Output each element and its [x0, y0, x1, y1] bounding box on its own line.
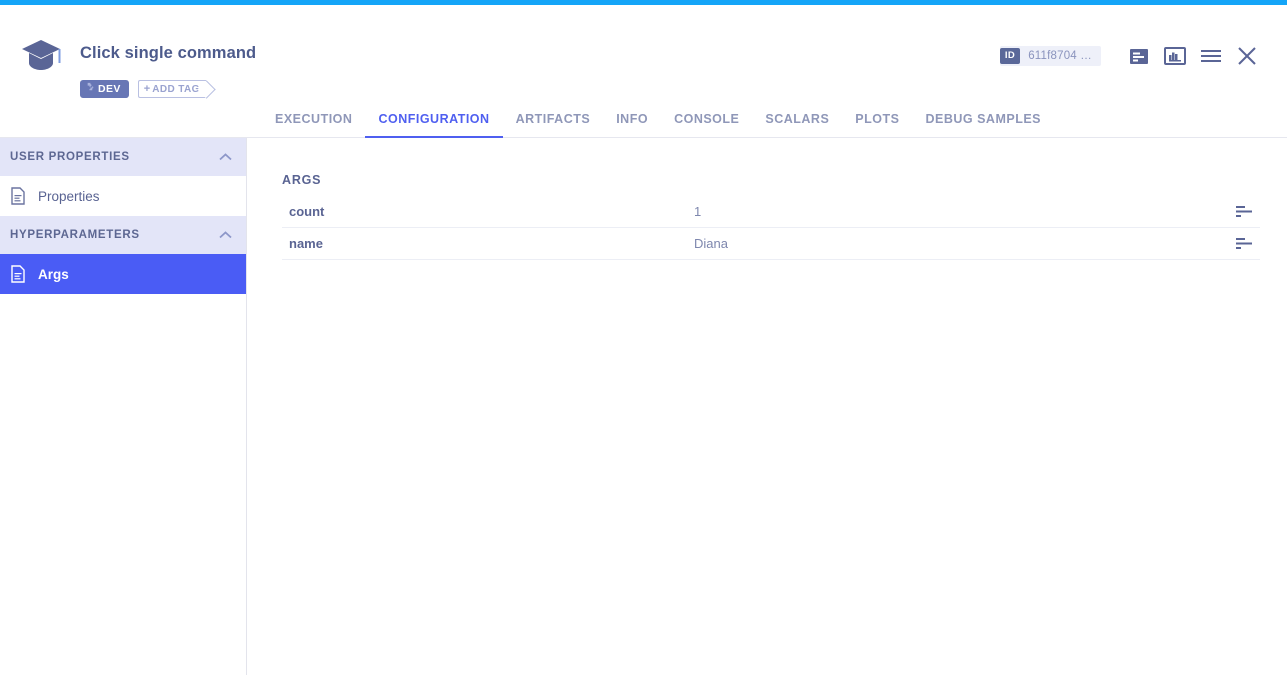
tag-dev-label: DEV — [98, 83, 121, 95]
page-title: Click single command — [80, 44, 256, 63]
tab-configuration[interactable]: CONFIGURATION — [365, 100, 502, 137]
tab-debug-samples[interactable]: DEBUG SAMPLES — [912, 100, 1054, 137]
tab-label: DEBUG SAMPLES — [925, 112, 1041, 126]
table-row: name Diana — [282, 228, 1260, 260]
section-title: ARGS — [282, 173, 321, 187]
document-icon — [10, 265, 26, 283]
sidebar-item-args[interactable]: Args — [0, 254, 246, 294]
header: Click single command DEV + ADD TAG ID 61… — [0, 5, 1287, 100]
sidebar-item-properties[interactable]: Properties — [0, 176, 246, 216]
main-content: ARGS count 1 name Diana — [247, 138, 1287, 675]
text-align-icon[interactable] — [1235, 236, 1255, 252]
tab-label: EXECUTION — [275, 112, 352, 126]
sidebar-item-label: Properties — [38, 189, 100, 204]
tab-info[interactable]: INFO — [603, 100, 661, 137]
tab-console[interactable]: CONSOLE — [661, 100, 752, 137]
id-badge-label: ID — [1000, 48, 1020, 64]
tab-execution[interactable]: EXECUTION — [262, 100, 365, 137]
plus-icon: + — [144, 83, 150, 95]
tab-artifacts[interactable]: ARTIFACTS — [503, 100, 604, 137]
add-tag-label: ADD TAG — [152, 84, 200, 95]
tab-plots[interactable]: PLOTS — [842, 100, 912, 137]
tab-label: ARTIFACTS — [516, 112, 591, 126]
sidebar-section-label: USER PROPERTIES — [10, 151, 130, 163]
hamburger-menu-icon[interactable] — [1193, 39, 1229, 73]
tab-label: INFO — [616, 112, 648, 126]
tab-label: CONFIGURATION — [378, 112, 489, 126]
close-icon[interactable] — [1229, 39, 1265, 73]
log-details-icon[interactable] — [1121, 39, 1157, 73]
task-id-chip[interactable]: ID 611f8704 … — [1000, 46, 1101, 66]
chevron-up-icon[interactable] — [218, 150, 232, 164]
sidebar-section-user-properties[interactable]: USER PROPERTIES — [0, 138, 246, 176]
tab-label: SCALARS — [765, 112, 829, 126]
args-table: count 1 name Diana — [282, 196, 1260, 260]
sidebar: USER PROPERTIES Properties HYPERPARAMETE… — [0, 138, 247, 675]
tab-label: CONSOLE — [674, 112, 739, 126]
tab-label: PLOTS — [855, 112, 899, 126]
task-id-value: 611f8704 … — [1020, 50, 1101, 62]
trask-details-window: COMPLETED Click single command DEV + — [0, 0, 1287, 675]
sidebar-section-hyperparameters[interactable]: HYPERPARAMETERS — [0, 216, 246, 254]
chevron-up-icon[interactable] — [218, 228, 232, 242]
row-value: Diana — [694, 236, 1260, 251]
row-key: count — [282, 204, 694, 219]
image-preview-icon[interactable] — [1157, 39, 1193, 73]
table-row: count 1 — [282, 196, 1260, 228]
sidebar-item-label: Args — [38, 267, 69, 282]
puzzle-piece-icon — [84, 80, 95, 98]
text-align-icon[interactable] — [1235, 204, 1255, 220]
tab-bar: EXECUTION CONFIGURATION ARTIFACTS INFO C… — [0, 100, 1287, 138]
header-actions: ID 611f8704 … — [1000, 39, 1265, 73]
sidebar-section-label: HYPERPARAMETERS — [10, 229, 140, 241]
row-value: 1 — [694, 204, 1260, 219]
document-icon — [10, 187, 26, 205]
tag-row: DEV + ADD TAG — [80, 80, 206, 98]
row-key: name — [282, 236, 694, 251]
graduation-cap-icon — [20, 36, 62, 74]
tab-scalars[interactable]: SCALARS — [752, 100, 842, 137]
add-tag-button[interactable]: + ADD TAG — [138, 80, 206, 98]
tag-dev[interactable]: DEV — [80, 80, 129, 98]
